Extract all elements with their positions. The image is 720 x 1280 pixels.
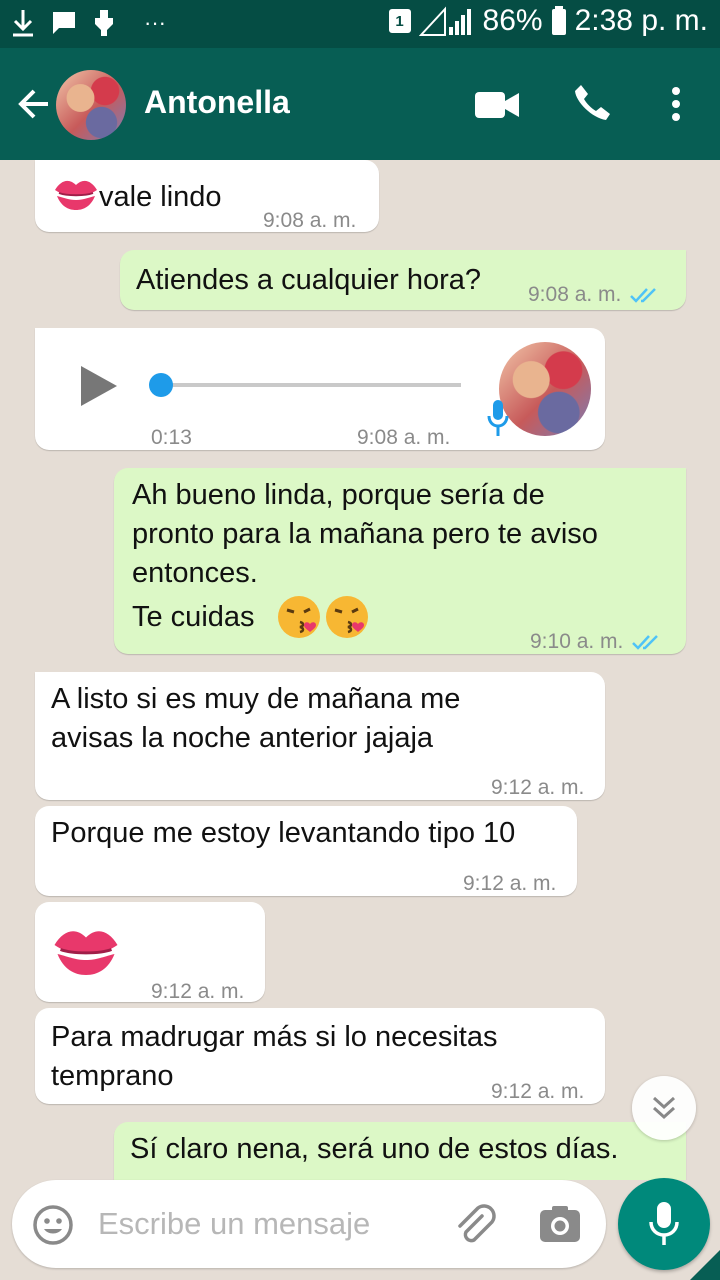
message-incoming[interactable]: Para madrugar más si lo necesitas tempra…	[35, 1008, 605, 1104]
chat-header: Antonella	[0, 48, 720, 160]
voice-record-button[interactable]	[618, 1178, 710, 1270]
play-icon[interactable]	[79, 364, 119, 408]
read-ticks-icon	[630, 288, 657, 304]
microphone-icon	[649, 1202, 679, 1245]
emoji-icon[interactable]	[32, 1204, 74, 1246]
message-time: 9:12 a. m.	[151, 980, 245, 1003]
sim-indicator: 1	[388, 9, 411, 33]
message-icon	[53, 12, 75, 34]
video-call-icon[interactable]	[474, 88, 520, 122]
message-input[interactable]: Escribe un mensaje	[98, 1206, 370, 1242]
voice-sender-avatar	[499, 342, 591, 436]
message-time: 9:08 a. m.	[263, 209, 357, 232]
message-text: vale lindo	[99, 181, 222, 213]
message-text: Para madrugar más si lo necesitas tempra…	[51, 1021, 498, 1092]
message-time: 9:08 a. m.	[528, 275, 659, 314]
contact-name[interactable]: Antonella	[144, 84, 290, 121]
message-time: 9:12 a. m.	[491, 1080, 585, 1103]
download-icon	[13, 10, 33, 37]
microphone-icon	[487, 400, 509, 436]
phone-icon[interactable]	[572, 82, 612, 122]
status-bar: ··· 1 86% 2:38 p. m.	[0, 0, 720, 48]
battery-percent: 86%	[482, 4, 543, 37]
voice-message[interactable]: 0:13 9:08 a. m.	[35, 328, 605, 450]
camera-icon[interactable]	[538, 1204, 582, 1244]
more-vertical-icon[interactable]	[670, 86, 682, 122]
avatar[interactable]	[56, 70, 126, 140]
message-outgoing[interactable]: Ah bueno linda, porque sería de pronto p…	[114, 468, 686, 654]
message-input-bar[interactable]: Escribe un mensaje	[12, 1180, 606, 1268]
battery-icon	[551, 6, 566, 35]
voice-progress-track[interactable]	[151, 383, 461, 387]
message-time: 9:12 a. m.	[463, 872, 557, 895]
message-incoming[interactable]: A listo si es muy de mañana me avisas la…	[35, 672, 605, 800]
message-time: 9:12 a. m.	[491, 776, 585, 799]
message-text: Te cuidas	[132, 601, 255, 633]
chevron-double-down-icon	[652, 1096, 676, 1120]
message-text: Porque me estoy levantando tipo 10	[51, 817, 516, 849]
attachment-icon[interactable]	[452, 1202, 498, 1248]
message-time: 9:08 a. m.	[357, 426, 451, 449]
face-blowing-kiss-icon	[326, 596, 368, 638]
back-arrow-icon[interactable]	[14, 84, 54, 124]
message-incoming[interactable]: 9:12 a. m.	[35, 902, 265, 1003]
more-notifications: ···	[144, 10, 166, 35]
kiss-mark-icon	[54, 931, 118, 975]
chat-area[interactable]: vale lindo 9:08 a. m. Atiendes a cualqui…	[0, 160, 720, 1180]
message-incoming[interactable]: Porque me estoy levantando tipo 10 9:12 …	[35, 806, 577, 896]
signal-icon	[418, 6, 471, 36]
voice-duration: 0:13	[151, 426, 192, 449]
read-ticks-icon	[632, 635, 659, 651]
usb-icon	[95, 10, 113, 36]
kiss-mark-icon	[55, 180, 97, 210]
message-text: Ah bueno linda, porque sería de pronto p…	[132, 479, 598, 589]
message-outgoing[interactable]: Atiendes a cualquier hora? 9:08 a. m.	[120, 250, 686, 310]
scroll-to-bottom-button[interactable]	[632, 1076, 696, 1140]
message-outgoing[interactable]: Sí claro nena, será uno de estos días.	[114, 1122, 686, 1180]
clock: 2:38 p. m.	[574, 4, 708, 37]
message-text: A listo si es muy de mañana me avisas la…	[51, 683, 461, 754]
message-text: Sí claro nena, será uno de estos días.	[130, 1133, 619, 1165]
message-text: Atiendes a cualquier hora?	[136, 264, 482, 296]
face-blowing-kiss-icon	[278, 596, 320, 638]
message-time: 9:10 a. m.	[530, 622, 661, 661]
message-incoming[interactable]: vale lindo 9:08 a. m.	[35, 160, 379, 232]
voice-progress-handle[interactable]	[149, 373, 173, 397]
